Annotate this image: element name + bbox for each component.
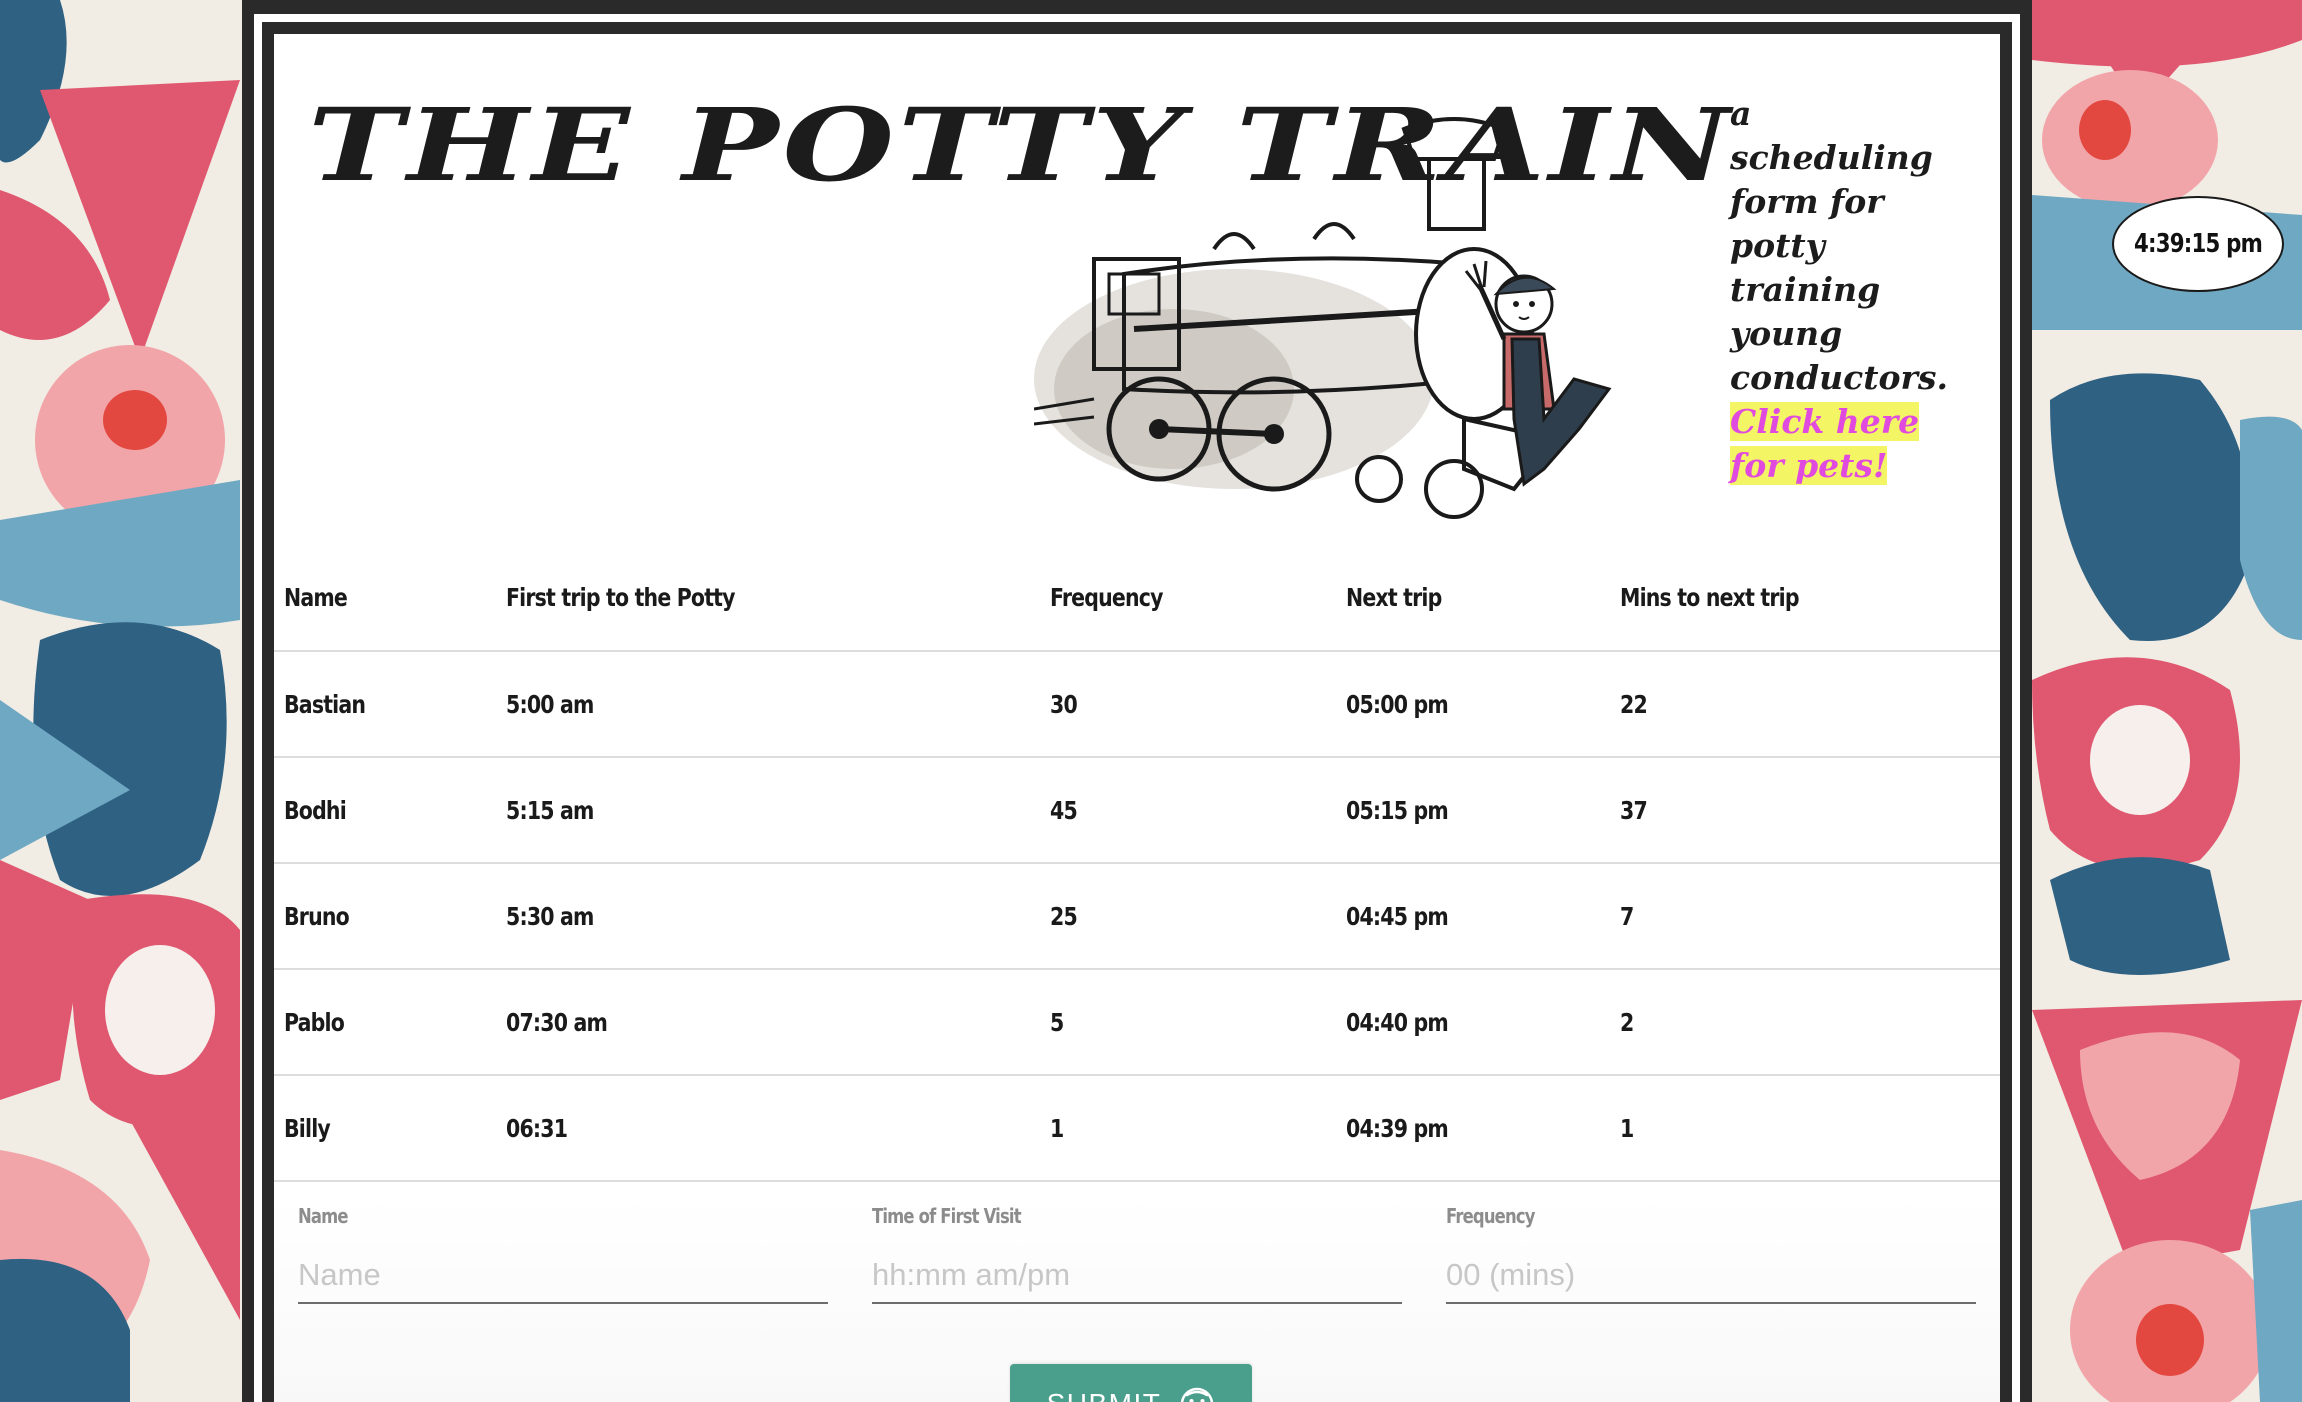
cell-first-trip: 07:30 am xyxy=(496,969,1040,1076)
cell-frequency: 45 xyxy=(1040,757,1336,864)
cell-first-trip: 5:30 am xyxy=(496,863,1040,970)
cell-frequency: 5 xyxy=(1040,969,1336,1076)
name-field-group: Name xyxy=(298,1204,828,1304)
cell-name: Bastian xyxy=(274,651,496,758)
table-row: Bruno 5:30 am 25 04:45 pm 7 xyxy=(274,863,2000,970)
frame-inner-border: THE POTTY TRAIN a scheduling form for po… xyxy=(262,22,2012,1402)
time-label: Time of First Visit xyxy=(872,1204,1022,1228)
smiley-face-icon xyxy=(1179,1386,1215,1402)
column-header-frequency: Frequency xyxy=(1040,544,1336,652)
name-label: Name xyxy=(298,1204,349,1228)
table-row: Pablo 07:30 am 5 04:40 pm 2 xyxy=(274,969,2000,1076)
site-title: THE POTTY TRAIN xyxy=(308,87,1734,205)
cell-frequency: 1 xyxy=(1040,1075,1336,1182)
content-card: THE POTTY TRAIN a scheduling form for po… xyxy=(274,34,2000,1402)
header: THE POTTY TRAIN a scheduling form for po… xyxy=(274,34,2000,544)
cell-first-trip: 5:15 am xyxy=(496,757,1040,864)
cell-first-trip: 06:31 xyxy=(496,1075,1040,1182)
name-input[interactable] xyxy=(298,1248,828,1304)
cell-name: Bruno xyxy=(274,863,496,970)
cell-mins-to-next: 2 xyxy=(1610,969,2000,1076)
schedule-table: Name First trip to the Potty Frequency N… xyxy=(274,544,2000,1182)
table-row: Bastian 5:00 am 30 05:00 pm 22 xyxy=(274,651,2000,758)
column-header-mins-to-next: Mins to next trip xyxy=(1610,544,2000,652)
current-time: 4:39:15 pm xyxy=(2134,229,2263,259)
cell-frequency: 25 xyxy=(1040,863,1336,970)
tagline-line: training xyxy=(1730,270,1881,309)
pets-link[interactable]: Click here for pets! xyxy=(1730,402,1920,485)
frequency-label: Frequency xyxy=(1446,1204,1535,1228)
cell-name: Billy xyxy=(274,1075,496,1182)
submit-label: SUBMIT xyxy=(1047,1388,1162,1402)
tagline-line: young xyxy=(1730,314,1843,353)
tagline-line: form for xyxy=(1730,182,1884,221)
table-row: Bodhi 5:15 am 45 05:15 pm 37 xyxy=(274,757,2000,864)
cell-frequency: 30 xyxy=(1040,651,1336,758)
page-frame: THE POTTY TRAIN a scheduling form for po… xyxy=(242,0,2032,1402)
column-header-first-trip: First trip to the Potty xyxy=(496,544,1040,652)
tagline-line: potty xyxy=(1730,226,1825,265)
table-header-row: Name First trip to the Potty Frequency N… xyxy=(274,544,2000,652)
time-field-group: Time of First Visit xyxy=(872,1204,1402,1304)
cell-name: Bodhi xyxy=(274,757,496,864)
tagline-line: conductors. xyxy=(1730,358,1948,397)
tagline: a scheduling form for potty training you… xyxy=(1730,92,2000,488)
cell-next-trip: 04:45 pm xyxy=(1336,863,1610,970)
add-conductor-form: Name Time of First Visit Frequency SUBMI… xyxy=(274,1194,2000,1402)
table-row: Billy 06:31 1 04:39 pm 1 xyxy=(274,1075,2000,1182)
cell-next-trip: 04:40 pm xyxy=(1336,969,1610,1076)
frequency-field-group: Frequency xyxy=(1446,1204,1976,1304)
cell-mins-to-next: 22 xyxy=(1610,651,2000,758)
cell-next-trip: 04:39 pm xyxy=(1336,1075,1610,1182)
cell-next-trip: 05:00 pm xyxy=(1336,651,1610,758)
tagline-line: a xyxy=(1730,94,1752,133)
cell-name: Pablo xyxy=(274,969,496,1076)
cell-first-trip: 5:00 am xyxy=(496,651,1040,758)
cell-mins-to-next: 1 xyxy=(1610,1075,2000,1182)
time-input[interactable] xyxy=(872,1248,1402,1304)
cell-mins-to-next: 37 xyxy=(1610,757,2000,864)
cell-next-trip: 05:15 pm xyxy=(1336,757,1610,864)
clock-bubble: 4:39:15 pm xyxy=(2112,196,2284,292)
submit-button[interactable]: SUBMIT xyxy=(1010,1364,1252,1402)
column-header-name: Name xyxy=(274,544,496,652)
cell-mins-to-next: 7 xyxy=(1610,863,2000,970)
column-header-next-trip: Next trip xyxy=(1336,544,1610,652)
frequency-input[interactable] xyxy=(1446,1248,1976,1304)
frame-border: THE POTTY TRAIN a scheduling form for po… xyxy=(254,14,2020,1402)
tagline-line: scheduling xyxy=(1730,138,1933,177)
